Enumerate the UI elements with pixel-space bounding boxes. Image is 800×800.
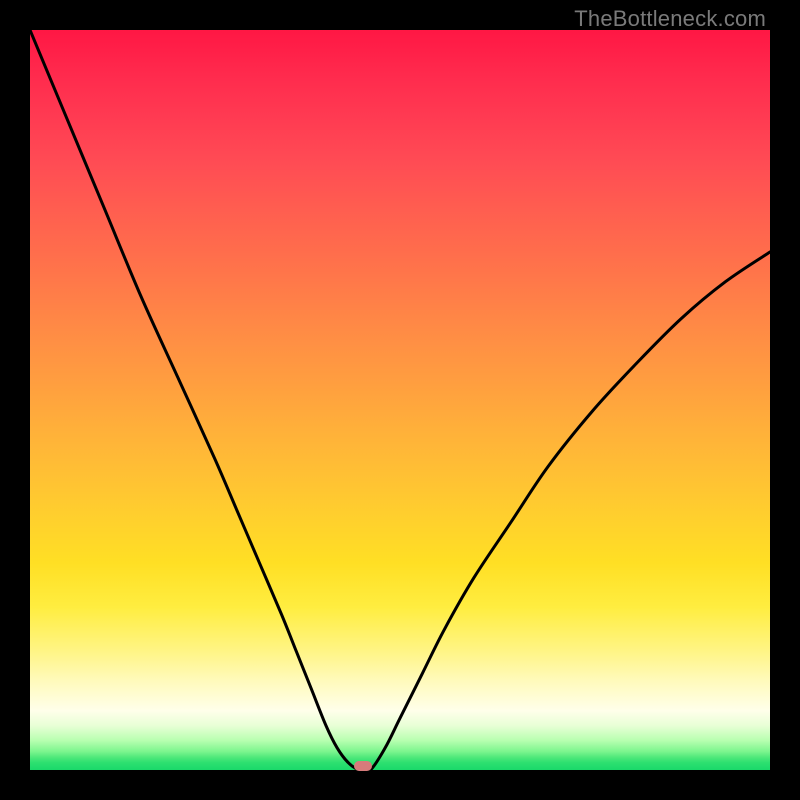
plot-area (30, 30, 770, 770)
chart-container: TheBottleneck.com (0, 0, 800, 800)
optimal-marker (354, 761, 372, 771)
watermark: TheBottleneck.com (574, 6, 766, 32)
bottleneck-curve (30, 30, 770, 770)
